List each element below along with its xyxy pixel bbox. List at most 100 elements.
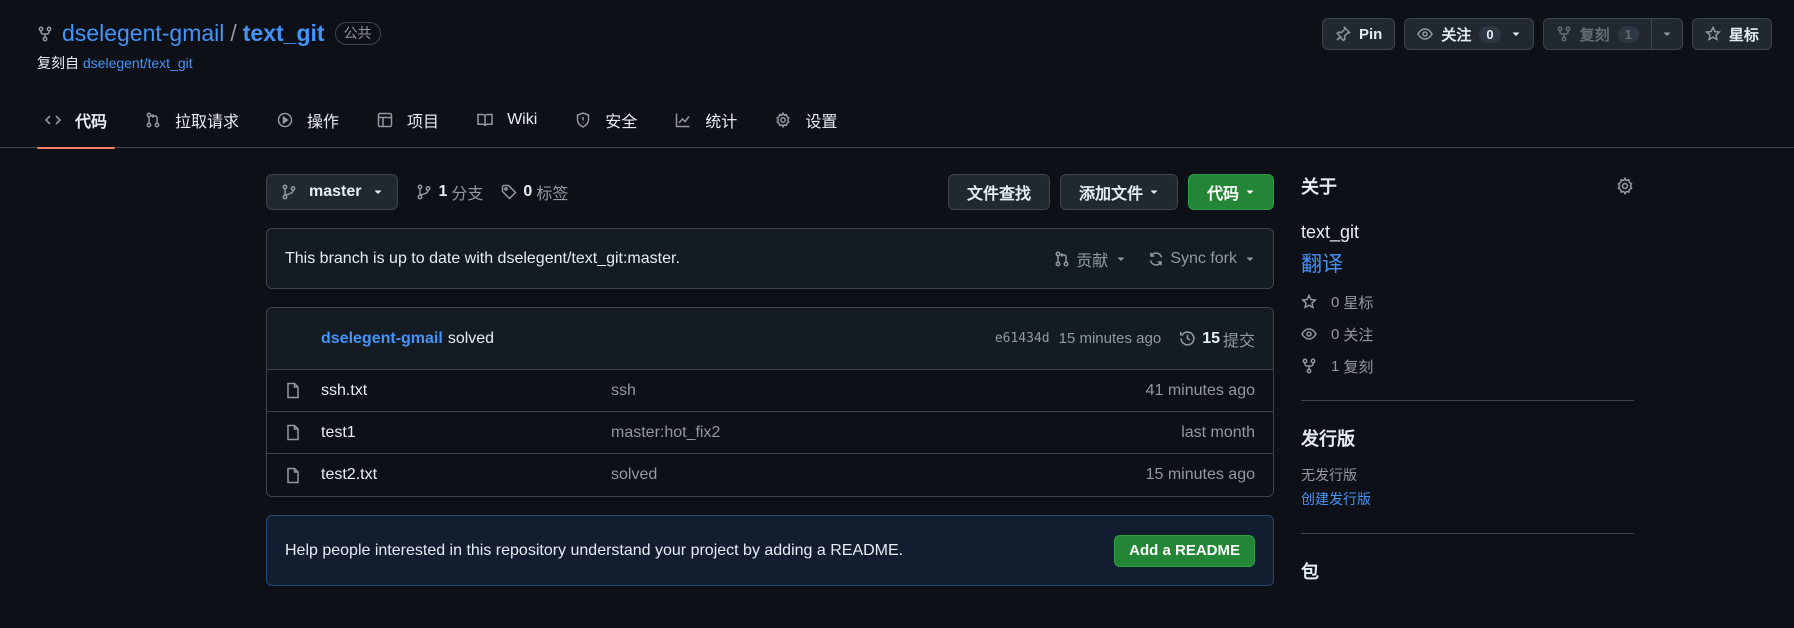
tab-projects-label: 项目 — [407, 114, 440, 131]
table-row[interactable]: test1 master:hot_fix2 last month — [267, 412, 1273, 454]
pin-button[interactable]: Pin — [1322, 18, 1396, 50]
header-actions: Pin 关注 0 复刻 1 星标 — [1322, 18, 1772, 50]
forks-stat[interactable]: 1 复刻 — [1301, 356, 1634, 376]
repo-forked-icon — [1556, 26, 1572, 42]
chevron-down-icon — [1662, 29, 1672, 39]
code-icon — [45, 112, 61, 128]
file-commit-message[interactable]: master:hot_fix2 — [611, 424, 1181, 442]
repo-name-link[interactable]: text_git — [243, 20, 325, 47]
repo-title: dselegent-gmail / text_git 公共 — [37, 20, 381, 47]
forked-from-link[interactable]: dselegent/text_git — [83, 55, 193, 71]
repo-separator: / — [230, 20, 237, 46]
tab-insights-label: 统计 — [705, 114, 738, 131]
gear-icon — [775, 112, 791, 128]
git-branch-icon — [416, 184, 432, 200]
commit-count: 15 — [1202, 329, 1220, 347]
repo-header: dselegent-gmail / text_git 公共 复刻自 dseleg… — [37, 20, 381, 73]
about-header: 关于 — [1301, 174, 1634, 198]
shield-icon — [575, 112, 591, 128]
file-name-link[interactable]: test2.txt — [321, 466, 611, 484]
file-commit-age: last month — [1181, 423, 1255, 441]
pin-label: Pin — [1359, 25, 1383, 43]
about-title: 关于 — [1301, 177, 1337, 197]
file-commit-message[interactable]: solved — [611, 466, 1146, 484]
tab-security[interactable]: 安全 — [567, 92, 645, 148]
branch-name: master — [309, 183, 362, 200]
commit-count-label: 提交 — [1222, 332, 1255, 350]
stars-stat[interactable]: 0 星标 — [1301, 292, 1634, 312]
chevron-down-icon — [1116, 254, 1126, 264]
watch-button[interactable]: 关注 0 — [1404, 18, 1534, 50]
watchers-stat[interactable]: 0 关注 — [1301, 324, 1634, 344]
watchers-count: 0 — [1331, 325, 1340, 343]
file-list: dselegent-gmail solved e61434d 15 minute… — [266, 307, 1274, 497]
chevron-down-icon — [1245, 187, 1255, 197]
fork-label: 复刻 — [1579, 26, 1610, 44]
commit-sha-link[interactable]: e61434d — [995, 331, 1050, 346]
repo-nav-items: 代码 拉取请求 操作 项目 Wiki 安全 统计 设置 — [37, 92, 867, 149]
repo-description: text_git — [1301, 222, 1360, 242]
readme-prompt: Help people interested in this repositor… — [266, 515, 1274, 586]
fork-sync-status: This branch is up to date with dselegent… — [266, 228, 1274, 289]
file-name-link[interactable]: test1 — [321, 424, 611, 442]
forks-count: 1 — [1331, 357, 1340, 375]
tab-code[interactable]: 代码 — [37, 92, 116, 149]
history-icon — [1179, 330, 1196, 347]
fork-menu-button[interactable] — [1651, 18, 1683, 50]
repo-stats: 0 星标 0 关注 1 复刻 — [1301, 292, 1634, 376]
file-commit-message[interactable]: ssh — [611, 382, 1146, 400]
eye-icon — [1301, 326, 1319, 342]
branch-select-button[interactable]: master — [266, 174, 399, 210]
gear-icon[interactable] — [1616, 177, 1634, 195]
repo-sidebar: 关于 text_git 翻译 0 星标 0 关注 1 复刻 发行版 无发行版 创… — [1301, 174, 1634, 584]
translate-link[interactable]: 翻译 — [1301, 248, 1634, 278]
readme-prompt-message: Help people interested in this repositor… — [285, 541, 904, 559]
add-file-button[interactable]: 添加文件 — [1059, 174, 1178, 210]
chevron-down-icon — [1245, 254, 1255, 264]
branches-link[interactable]: 1 分支 — [416, 180, 483, 204]
tab-code-label: 代码 — [75, 114, 108, 131]
no-releases-text: 无发行版 — [1301, 467, 1357, 483]
star-icon — [1704, 26, 1721, 42]
sidebar-divider — [1301, 400, 1634, 401]
fork-button[interactable]: 复刻 1 — [1542, 18, 1652, 50]
repo-owner-link[interactable]: dselegent-gmail — [62, 20, 224, 47]
file-icon — [285, 424, 303, 441]
tab-security-label: 安全 — [605, 114, 638, 131]
tab-wiki-label: Wiki — [507, 111, 538, 128]
fork-count: 1 — [1617, 25, 1639, 43]
table-row[interactable]: test2.txt solved 15 minutes ago — [267, 454, 1273, 496]
file-toolbar: master 1 分支 0 标签 文件查找 添加文件 代码 — [266, 174, 1274, 210]
table-row[interactable]: ssh.txt ssh 41 minutes ago — [267, 370, 1273, 412]
commit-author-link[interactable]: dselegent-gmail — [321, 330, 443, 348]
branch-count-label: 分支 — [451, 186, 484, 203]
sync-fork-button[interactable]: Sync fork — [1148, 250, 1255, 268]
add-readme-button[interactable]: Add a README — [1114, 534, 1255, 567]
main-content: master 1 分支 0 标签 文件查找 添加文件 代码 This branc… — [266, 174, 1274, 586]
tags-link[interactable]: 0 标签 — [501, 180, 568, 204]
tab-wiki[interactable]: Wiki — [469, 92, 545, 148]
chevron-down-icon — [1511, 29, 1521, 39]
tab-projects[interactable]: 项目 — [369, 92, 447, 148]
contribute-button[interactable]: 贡献 — [1054, 247, 1126, 271]
create-release-link[interactable]: 创建发行版 — [1301, 489, 1634, 509]
contribute-label: 贡献 — [1076, 252, 1109, 270]
packages-title[interactable]: 包 — [1301, 558, 1634, 584]
releases-title[interactable]: 发行版 — [1301, 425, 1634, 451]
stars-count: 0 — [1331, 293, 1340, 311]
commit-message-link[interactable]: solved — [448, 330, 494, 348]
tab-actions[interactable]: 操作 — [269, 92, 347, 148]
tab-pull-requests[interactable]: 拉取请求 — [137, 92, 247, 148]
repo-nav: 代码 拉取请求 操作 项目 Wiki 安全 统计 设置 — [0, 92, 1794, 149]
file-name-link[interactable]: ssh.txt — [321, 382, 611, 400]
tab-settings[interactable]: 设置 — [767, 92, 845, 148]
commit-history-link[interactable]: 15 提交 — [1179, 327, 1255, 351]
tab-pull-requests-label: 拉取请求 — [175, 114, 240, 131]
sync-status-message: This branch is up to date with dselegent… — [285, 249, 680, 267]
chevron-down-icon — [1149, 187, 1159, 197]
find-file-button[interactable]: 文件查找 — [947, 174, 1050, 210]
tab-insights[interactable]: 统计 — [667, 92, 745, 148]
star-button[interactable]: 星标 — [1691, 18, 1772, 50]
find-file-label: 文件查找 — [966, 186, 1031, 203]
code-dropdown-button[interactable]: 代码 — [1187, 174, 1274, 210]
